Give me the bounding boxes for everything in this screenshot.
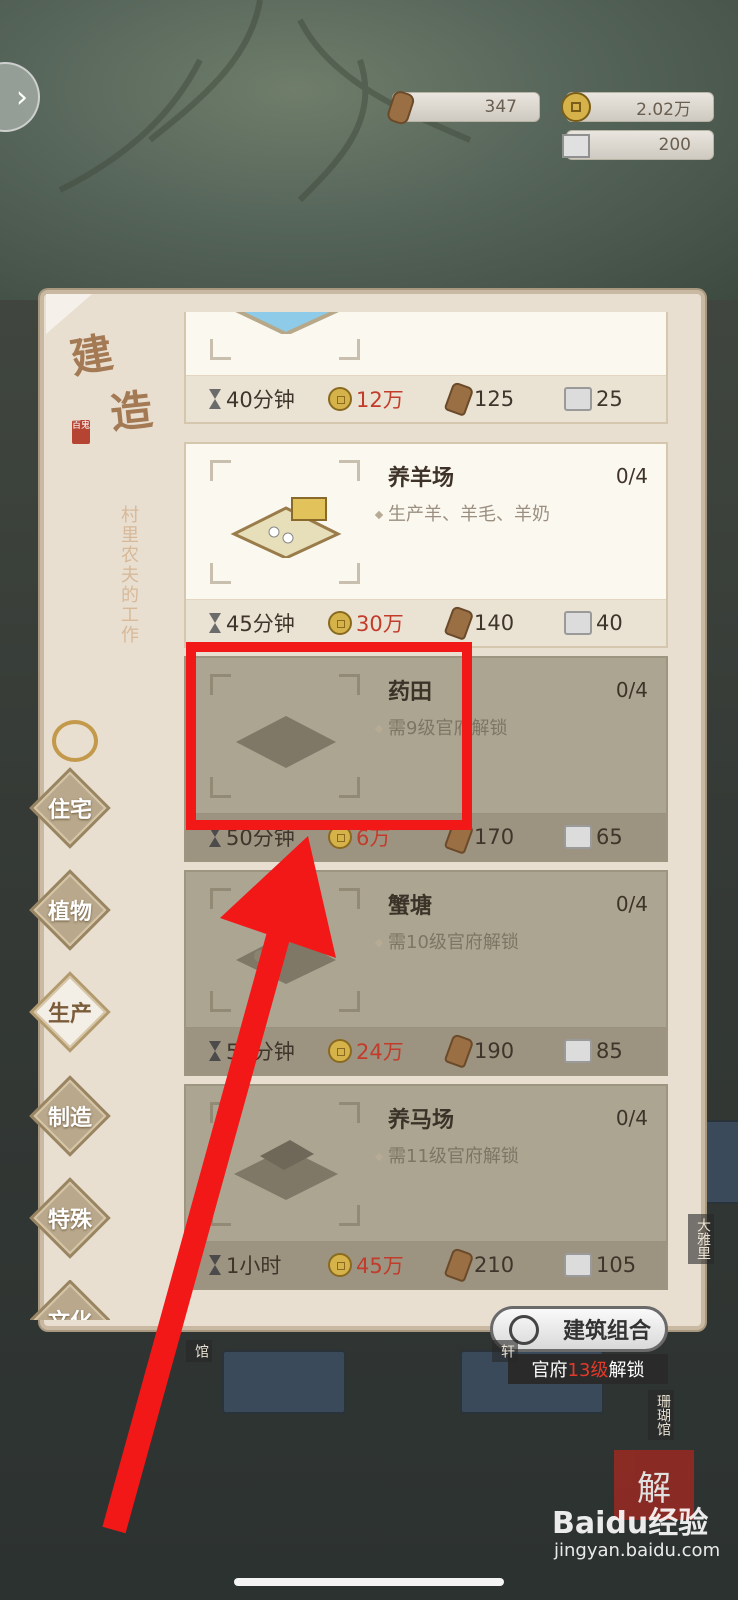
baidu-watermark: Baidu经验 [552, 1506, 709, 1541]
watermark-url: jingyan.baidu.com [554, 1540, 721, 1561]
pointer-arrow [102, 836, 336, 1534]
home-indicator[interactable] [234, 1578, 504, 1586]
